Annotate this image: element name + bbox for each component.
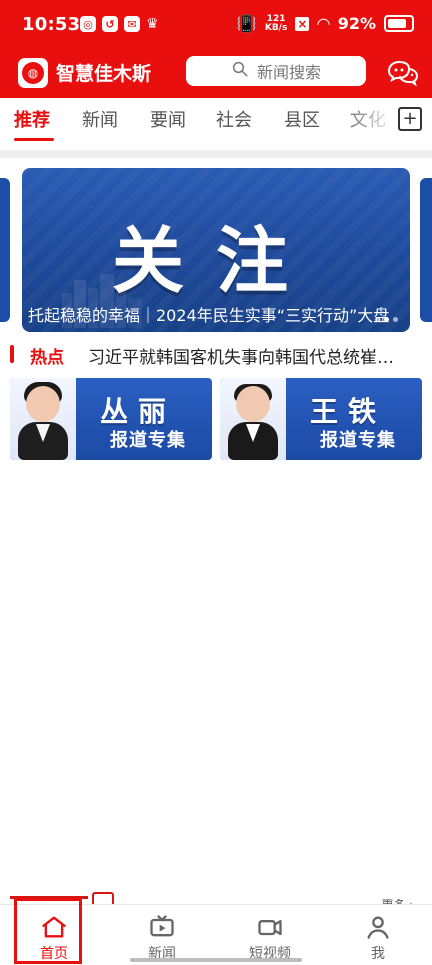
carousel-next-peek[interactable] — [420, 178, 432, 322]
network-speed-unit: KB/s — [264, 22, 288, 33]
active-tab-indicator — [14, 138, 54, 141]
app-header: ◍ 智慧佳木斯 新闻搜索 — [0, 50, 432, 98]
vibrate-icon: 📳 — [236, 14, 257, 33]
carousel-prev-peek[interactable] — [0, 178, 10, 322]
nav-news[interactable]: 新闻 — [122, 913, 202, 963]
carousel-dot — [375, 317, 380, 322]
feature-cards: 丛丽 报道专集 王铁 报道专集 — [10, 378, 422, 460]
nav-me-label: 我 — [371, 946, 385, 962]
carousel-indicator — [375, 317, 398, 322]
battery-percent: 92% — [337, 14, 376, 33]
network-speed: 121 KB/s — [264, 14, 288, 33]
card-name: 王铁 — [310, 395, 387, 428]
active-nav-highlight — [14, 898, 82, 964]
card-subtitle: 报道专集 — [110, 430, 186, 451]
data-icon: × — [295, 16, 310, 31]
tabs-fade — [340, 98, 396, 144]
carousel-dot-active — [384, 317, 389, 322]
portrait-image — [10, 378, 76, 460]
tab-recommend[interactable]: 推荐 — [14, 106, 50, 132]
search-icon — [231, 60, 249, 82]
tab-county[interactable]: 县区 — [284, 106, 320, 132]
battery-icon — [384, 15, 414, 32]
hot-headline[interactable]: 习近平就韩国客机失事向韩国代总统崔… — [88, 343, 418, 368]
app-title: 智慧佳木斯 — [56, 63, 152, 85]
wifi-icon: ◠ — [317, 14, 330, 33]
video-camera-icon — [256, 913, 284, 941]
tab-important-news[interactable]: 要闻 — [150, 106, 186, 132]
card-name: 丛丽 — [100, 395, 177, 428]
divider — [0, 150, 432, 158]
mail-icon: ✉ — [124, 16, 140, 32]
status-left-icons: ◎ ↺ ✉ ♛ — [80, 16, 159, 32]
card-subtitle: 报道专集 — [320, 430, 396, 451]
status-right: 📳 121 KB/s × ◠ 92% — [237, 14, 414, 33]
add-tab-icon[interactable]: + — [398, 107, 422, 131]
portrait-image — [220, 378, 286, 460]
user-icon — [364, 913, 392, 941]
banner-slide[interactable]: 关注 托起稳稳的幸福｜2024年民生实事“三实行动”大盘 — [22, 168, 410, 332]
nav-short-video[interactable]: 短视频 — [230, 913, 310, 963]
tab-society[interactable]: 社会 — [216, 106, 252, 132]
tab-news[interactable]: 新闻 — [82, 106, 118, 132]
wechat-icon[interactable] — [386, 58, 420, 88]
app-logo: ◍ — [18, 58, 48, 88]
category-tabs: 推荐 新闻 要闻 社会 县区 文化 + — [0, 98, 432, 144]
hot-indicator-bar — [10, 345, 14, 363]
portrait-face — [236, 386, 270, 422]
nav-me[interactable]: 我 — [338, 913, 418, 963]
notification-icon: ◎ — [80, 16, 96, 32]
carousel-dot — [393, 317, 398, 322]
banner-caption: 托起稳稳的幸福｜2024年民生实事“三实行动”大盘 — [28, 306, 390, 325]
banner-carousel[interactable]: 关注 托起稳稳的幸福｜2024年民生实事“三实行动”大盘 — [0, 168, 432, 332]
portrait-face — [26, 386, 60, 422]
status-bar: 10:53 ◎ ↺ ✉ ♛ 📳 121 KB/s × ◠ 92% — [0, 0, 432, 50]
logo-icon: ◍ — [22, 62, 44, 84]
search-box[interactable]: 新闻搜索 — [186, 56, 366, 86]
search-placeholder: 新闻搜索 — [256, 63, 321, 82]
notification-icon: ↺ — [102, 16, 118, 32]
crown-icon: ♛ — [146, 16, 159, 32]
feature-card[interactable]: 王铁 报道专集 — [220, 378, 422, 460]
home-indicator — [130, 958, 302, 962]
hot-topic-row[interactable]: 热点 习近平就韩国客机失事向韩国代总统崔… — [0, 340, 432, 370]
tv-icon — [148, 913, 176, 941]
status-time: 10:53 — [22, 14, 81, 35]
hot-label: 热点 — [30, 348, 64, 368]
feature-card[interactable]: 丛丽 报道专集 — [10, 378, 212, 460]
